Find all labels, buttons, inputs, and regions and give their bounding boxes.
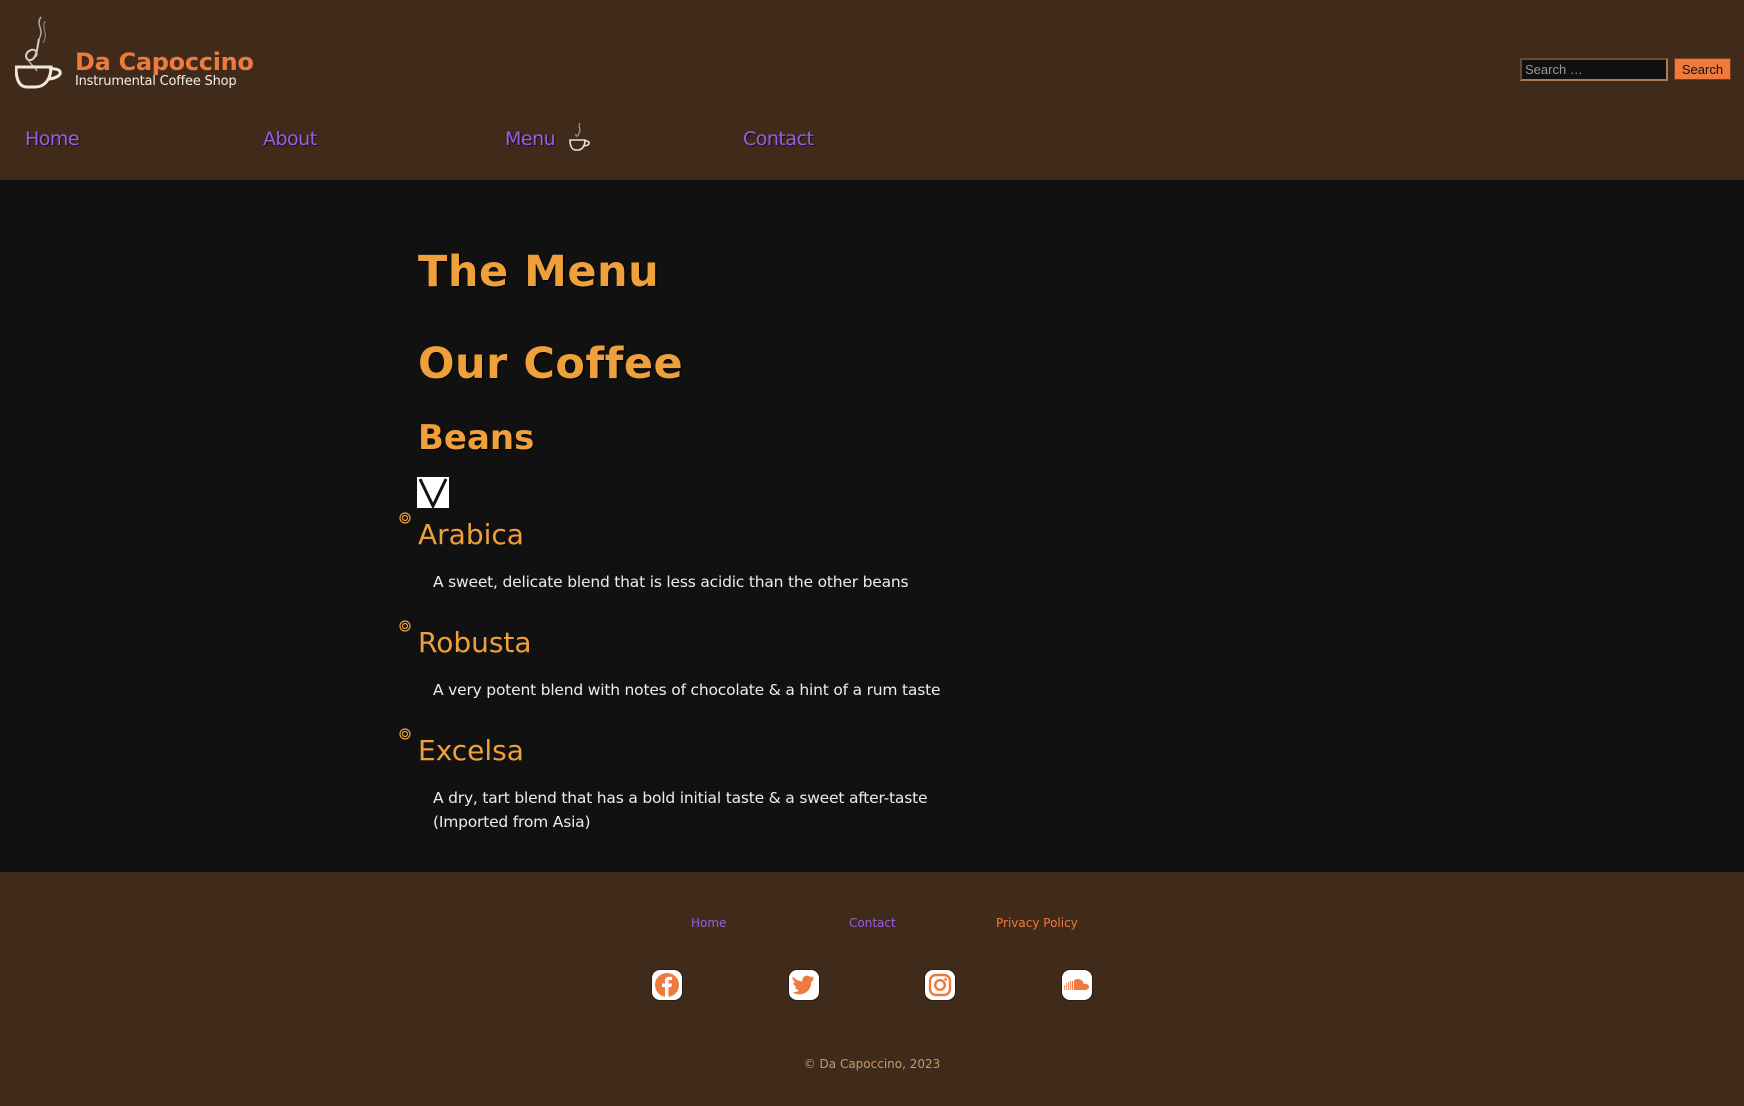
bullet-icon	[399, 512, 411, 524]
bean-name: Arabica	[418, 518, 524, 551]
twitter-icon	[792, 975, 815, 995]
search-form: Search	[1520, 58, 1731, 82]
bean-name: Excelsa	[418, 734, 524, 767]
page-title: The Menu	[418, 247, 660, 297]
nav-about[interactable]: About	[263, 128, 317, 150]
footer-link-contact[interactable]: Contact	[849, 916, 896, 930]
nav-home[interactable]: Home	[25, 128, 80, 150]
instagram-icon	[928, 973, 952, 997]
twitter-link[interactable]	[788, 969, 820, 1001]
bean-description: A dry, tart blend that has a bold initia…	[433, 789, 928, 831]
bean-description: A very potent blend with notes of chocol…	[433, 681, 941, 699]
instagram-link[interactable]	[924, 969, 956, 1001]
bean-description: A sweet, delicate blend that is less aci…	[433, 573, 909, 591]
bullet-icon	[399, 620, 411, 632]
facebook-link[interactable]	[651, 969, 683, 1001]
coffee-cup-logo-icon[interactable]	[15, 15, 65, 89]
footer-link-home[interactable]: Home	[691, 916, 726, 930]
search-input[interactable]	[1520, 58, 1668, 81]
search-button[interactable]: Search	[1674, 58, 1731, 80]
main-content: The Menu Our Coffee Beans Arabica A swee…	[0, 180, 1744, 872]
soundcloud-link[interactable]	[1061, 969, 1093, 1001]
bean-name: Robusta	[418, 626, 532, 659]
copyright: © Da Capoccino, 2023	[803, 1057, 941, 1071]
subsection-title: Beans	[418, 418, 535, 458]
facebook-icon	[655, 973, 679, 997]
vegan-v-icon	[417, 477, 449, 508]
site-header: Da Capoccino Instrumental Coffee Shop Se…	[0, 0, 1744, 180]
main-nav: Home About Menu Contact	[0, 128, 900, 158]
nav-menu[interactable]: Menu	[505, 128, 556, 150]
bullet-icon	[399, 728, 411, 740]
site-footer: Home Contact Privacy Policy © Da Capocci…	[0, 872, 1744, 1106]
brand-title[interactable]: Da Capoccino	[75, 48, 254, 76]
coffee-cup-icon	[569, 122, 590, 151]
soundcloud-icon	[1064, 979, 1089, 990]
brand-subtitle: Instrumental Coffee Shop	[75, 74, 237, 89]
footer-link-privacy-policy[interactable]: Privacy Policy	[996, 916, 1078, 930]
nav-contact[interactable]: Contact	[743, 128, 814, 150]
section-title: Our Coffee	[418, 339, 684, 389]
